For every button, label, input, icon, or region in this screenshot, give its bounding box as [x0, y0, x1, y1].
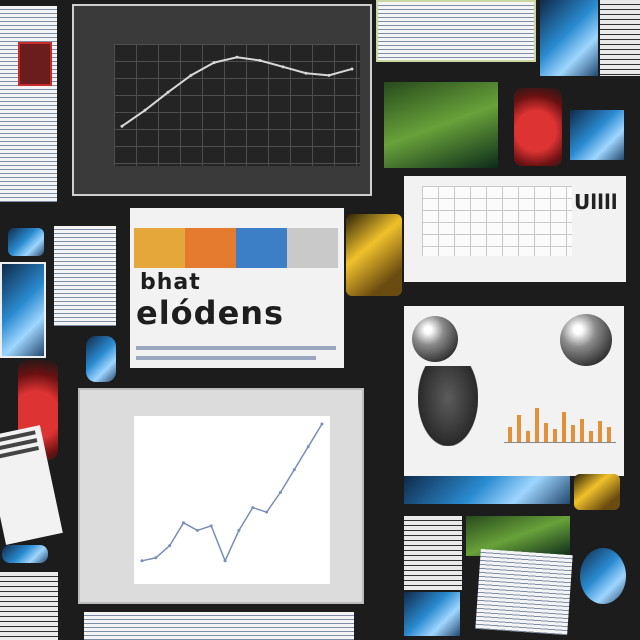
dark-svg-point-2 — [166, 90, 170, 94]
light-svg-point-0 — [140, 559, 144, 563]
photo-clipping-bottom-left — [404, 592, 460, 636]
bar-10 — [598, 421, 602, 442]
bar-chart-bars — [504, 402, 616, 442]
chart-sheet-plot — [422, 186, 572, 256]
light-svg-point-5 — [209, 524, 213, 528]
bar-5 — [553, 428, 557, 442]
bar-8 — [580, 419, 584, 442]
bar-2 — [526, 430, 530, 442]
document-clipping-bottom-left — [0, 572, 58, 640]
dark-svg-point-9 — [327, 73, 331, 77]
bar-9 — [589, 430, 593, 442]
dark-svg-series-line — [121, 56, 353, 128]
light-svg-point-1 — [154, 556, 158, 560]
light-svg-point-13 — [320, 422, 324, 426]
big-headline: elódens — [136, 294, 285, 332]
science-sheet — [404, 306, 624, 476]
light-svg-point-4 — [195, 528, 199, 532]
small-photo-left — [86, 336, 116, 382]
product-photo-bottom-right — [574, 474, 620, 510]
image-strip — [134, 228, 338, 268]
chart-sheet-title: Ullll — [574, 190, 618, 214]
table-clipping-left — [54, 226, 116, 326]
spreadsheet-clipping — [376, 0, 536, 62]
red-object-photo — [514, 88, 562, 166]
bar-0 — [508, 426, 512, 442]
dark-svg-point-6 — [258, 58, 262, 62]
shoe-photo-clipping — [346, 214, 402, 296]
light-svg-point-2 — [168, 544, 172, 548]
light-chart-plot-area — [134, 416, 330, 584]
document-clipping-top-left — [0, 6, 57, 202]
photo-clipping-top-right — [540, 0, 598, 76]
dark-chart-svg — [120, 55, 354, 128]
bar-3 — [535, 407, 539, 442]
bar-6 — [562, 411, 566, 442]
strip-clipping-bottom-center — [84, 612, 354, 640]
document-clipping-top-right — [600, 0, 640, 76]
light-svg-point-8 — [251, 506, 255, 510]
dark-svg-point-7 — [281, 65, 285, 69]
light-svg-point-6 — [223, 559, 227, 563]
small-headline: bhat — [140, 270, 201, 295]
bar-1 — [517, 415, 521, 442]
light-line-chart — [78, 388, 364, 604]
dark-chart-plot-area — [114, 44, 360, 166]
light-svg-point-3 — [182, 521, 186, 525]
bar-4 — [544, 423, 548, 442]
table-clipping-bottom — [475, 548, 573, 636]
dark-svg-point-4 — [212, 61, 216, 65]
dark-svg-point-5 — [235, 55, 239, 59]
light-svg-point-9 — [265, 510, 269, 514]
product-thumbnail — [18, 42, 52, 86]
sphere-image-left — [412, 316, 458, 362]
dark-svg-point-1 — [143, 108, 147, 112]
light-svg-series-line — [141, 423, 323, 563]
bar-7 — [571, 424, 575, 442]
photo-clipping-left — [0, 262, 46, 358]
dark-svg-point-10 — [350, 67, 354, 71]
device-photo-left — [8, 228, 44, 256]
photo-clipping-right — [570, 110, 624, 160]
sphere-image-right — [560, 314, 612, 366]
light-svg-point-11 — [292, 468, 296, 472]
chart-sheet-right: Ullll — [404, 176, 626, 282]
bar-chart-area — [504, 402, 616, 443]
dark-svg-point-3 — [189, 73, 193, 77]
helmet-photo — [580, 548, 626, 604]
photo-strip-bottom-right — [404, 476, 570, 504]
dark-svg-point-0 — [120, 124, 124, 128]
machine-photo-clipping — [384, 82, 498, 168]
light-svg-point-7 — [237, 528, 241, 532]
bar-11 — [607, 426, 611, 442]
dark-line-chart — [72, 4, 372, 196]
wing-illustration — [418, 366, 478, 446]
light-svg-point-10 — [278, 490, 282, 494]
dark-svg-point-8 — [304, 71, 308, 75]
light-chart-svg — [140, 422, 324, 563]
document-sheet-center: bhat elódens — [130, 208, 344, 368]
glasses-photo — [2, 545, 48, 563]
light-svg-point-12 — [306, 445, 310, 449]
document-clipping-bottom — [404, 516, 462, 590]
